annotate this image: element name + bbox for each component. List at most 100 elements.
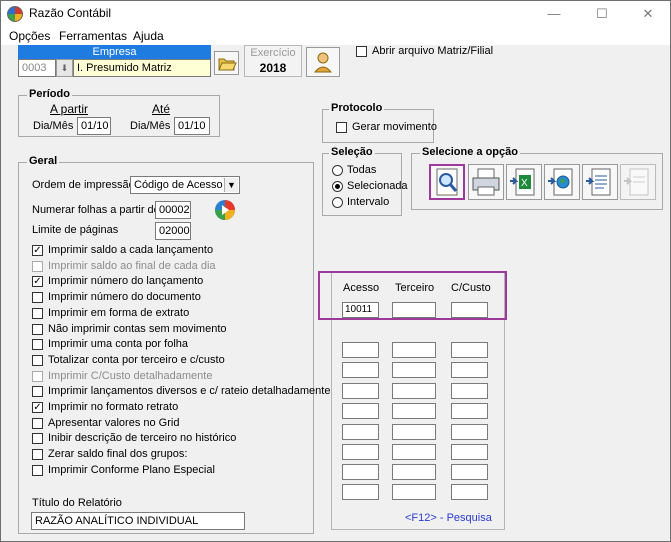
grid-cell[interactable] (342, 362, 379, 378)
excel-export-button[interactable]: X (506, 164, 542, 200)
geral-option-checkbox[interactable] (32, 465, 43, 476)
document-export-button[interactable] (582, 164, 618, 200)
grid-header-highlight: Acesso Terceiro C/Custo (318, 271, 507, 320)
grid-cell[interactable] (392, 484, 436, 500)
titulo-field[interactable]: RAZÃO ANALÍTICO INDIVIDUAL (31, 512, 245, 530)
grid-cell[interactable] (392, 383, 436, 399)
grid-cell[interactable] (342, 424, 379, 440)
grid-cell[interactable] (451, 342, 488, 358)
geral-option-label: Imprimir Conforme Plano Especial (48, 464, 215, 476)
grid-header-ccusto: C/Custo (451, 282, 491, 294)
grid-cell[interactable] (451, 362, 488, 378)
ordem-value: Código de Acesso (134, 179, 223, 191)
periodo-to-field[interactable]: 01/10 (174, 117, 210, 135)
print-button[interactable] (468, 164, 504, 200)
excel-export-icon: X (510, 168, 535, 196)
grid-cell[interactable] (392, 403, 436, 419)
maximize-button[interactable]: ☐ (579, 1, 625, 27)
menu-bar: Opções Ferramentas Ajuda (1, 27, 670, 45)
menu-ferramentas[interactable]: Ferramentas (59, 29, 127, 43)
geral-option-checkbox[interactable] (32, 449, 43, 460)
empresa-name-field[interactable]: I. Presumido Matriz (73, 59, 211, 77)
exercicio-box: Exercício 2018 (244, 45, 302, 77)
radio-selecionada-label: Selecionada (347, 180, 408, 192)
open-folder-icon (218, 58, 237, 71)
periodo-group: Período A partir Até Dia/Mês 01/10 Dia/M… (18, 88, 220, 137)
geral-option-checkbox[interactable]: ✓ (32, 276, 43, 287)
grid-cell[interactable] (451, 484, 488, 500)
grid-cell[interactable] (392, 464, 436, 480)
arrow-down-icon[interactable]: ⬇ (56, 59, 73, 77)
grid-cell[interactable] (392, 424, 436, 440)
geral-option-checkbox[interactable] (32, 386, 43, 397)
user-icon (313, 52, 333, 73)
grid-cell[interactable] (451, 444, 488, 460)
minimize-button[interactable]: — (531, 1, 577, 27)
geral-option-label: Imprimir número do lançamento (48, 275, 204, 287)
web-export-icon (548, 168, 573, 196)
radio-todas-label: Todas (347, 164, 377, 176)
limite-field[interactable]: 02000 (155, 222, 191, 240)
grid-cell[interactable] (451, 464, 488, 480)
exercicio-label: Exercício (250, 47, 296, 59)
geral-option-label: Não imprimir contas sem movimento (48, 323, 227, 335)
grid-cell[interactable] (342, 444, 379, 460)
geral-option-checkbox[interactable] (32, 308, 43, 319)
grid-cell[interactable] (342, 403, 379, 419)
ate-label: Até (152, 102, 171, 116)
printer-icon (472, 168, 500, 196)
refresh-button[interactable] (214, 199, 236, 221)
geral-option-label: Imprimir número do documento (48, 291, 201, 303)
titulo-label: Título do Relatório (32, 497, 122, 509)
grid-cell[interactable] (342, 484, 379, 500)
document-export-icon (586, 168, 611, 196)
a-partir-label: A partir (50, 102, 89, 116)
open-folder-button[interactable] (214, 51, 239, 75)
grid-cell[interactable] (451, 424, 488, 440)
grid-cell[interactable] (392, 342, 436, 358)
web-export-button[interactable] (544, 164, 580, 200)
radio-todas[interactable] (332, 165, 343, 176)
form-content: Empresa 0003 ⬇ I. Presumido Matriz Exerc… (1, 45, 670, 541)
abrir-matriz-checkbox[interactable] (356, 46, 367, 57)
geral-option-checkbox[interactable]: ✓ (32, 402, 43, 413)
grid-cell[interactable] (392, 444, 436, 460)
radio-intervalo[interactable] (332, 197, 343, 208)
geral-option-checkbox[interactable] (32, 355, 43, 366)
grid-cell[interactable] (342, 383, 379, 399)
numerar-label: Numerar folhas a partir de (32, 204, 160, 216)
geral-option-checkbox[interactable] (32, 418, 43, 429)
geral-option-label: Zerar saldo final dos grupos: (48, 448, 188, 460)
menu-opcoes[interactable]: Opções (9, 29, 50, 43)
grid-cell[interactable] (451, 403, 488, 419)
chevron-down-icon[interactable]: ▼ (224, 178, 238, 192)
geral-option-checkbox[interactable] (32, 292, 43, 303)
close-button[interactable]: ✕ (625, 1, 671, 27)
geral-option-label: Inibir descrição de terceiro no históric… (48, 432, 237, 444)
geral-option-label: Totalizar conta por terceiro e c/custo (48, 354, 225, 366)
geral-option-checkbox[interactable]: ✓ (32, 245, 43, 256)
user-button[interactable] (306, 47, 340, 77)
grid-cell[interactable] (342, 464, 379, 480)
grid-cell[interactable] (451, 383, 488, 399)
numerar-field[interactable]: 00002 (155, 201, 191, 219)
geral-option-label: Imprimir no formato retrato (48, 401, 179, 413)
grid-cell[interactable] (342, 342, 379, 358)
geral-option-label: Imprimir C/Custo detalhadamente (48, 370, 213, 382)
menu-ajuda[interactable]: Ajuda (133, 29, 164, 43)
selecao-title: Seleção (329, 146, 375, 158)
grid-cell[interactable] (392, 362, 436, 378)
disabled-export-button[interactable] (620, 164, 656, 200)
geral-option-label: Imprimir lançamentos diversos e c/ ratei… (48, 385, 331, 397)
gerar-movimento-checkbox[interactable] (336, 122, 347, 133)
disabled-export-icon (624, 168, 649, 196)
empresa-code-field[interactable]: 0003 (18, 59, 56, 77)
periodo-from-field[interactable]: 01/10 (77, 117, 111, 135)
geral-option-checkbox[interactable] (32, 339, 43, 350)
geral-option-checkbox[interactable] (32, 324, 43, 335)
preview-icon (436, 168, 458, 196)
radio-selecionada[interactable] (332, 181, 343, 192)
refresh-icon (215, 200, 235, 220)
geral-option-checkbox[interactable] (32, 433, 43, 444)
preview-button[interactable] (429, 164, 465, 200)
